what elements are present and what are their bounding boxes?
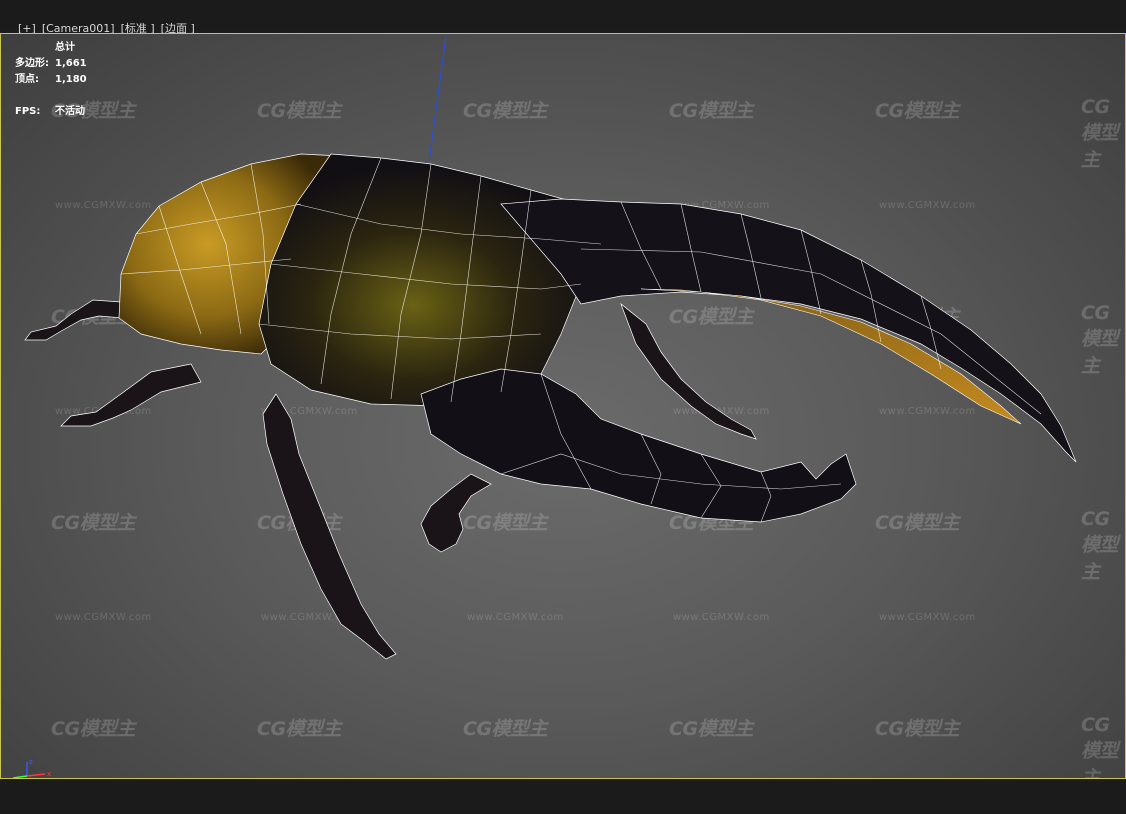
polygons-value: 1,661 xyxy=(55,58,87,69)
vertices-label: 顶点: xyxy=(15,74,39,85)
fps-label: FPS: xyxy=(15,106,41,117)
stats-polygons-row: 多边形: 1,661 xyxy=(15,56,87,72)
vertices-value: 1,180 xyxy=(55,74,87,85)
beetle-model[interactable] xyxy=(1,34,1125,778)
stats-fps-row: FPS: 不活动 xyxy=(15,104,87,120)
axis-x-label: x xyxy=(47,770,51,778)
axis-tripod-icon: z x xyxy=(12,758,51,778)
stats-vertices-row: 顶点: 1,180 xyxy=(15,72,87,88)
beetle-thorax xyxy=(258,153,602,407)
camera-viewport[interactable]: CG模型主 CG模型主 CG模型主 CG模型主 CG模型主 CG模型主 www.… xyxy=(0,33,1126,779)
viewport-footer xyxy=(0,779,1126,814)
viewport-statistics: 总计 多边形: 1,661 顶点: 1,180 FPS: 不活动 xyxy=(15,40,87,120)
axis-z-label: z xyxy=(29,758,33,766)
pivot-axis-line xyxy=(428,35,447,163)
polygons-label: 多边形: xyxy=(15,58,49,69)
fps-value: 不活动 xyxy=(55,106,85,117)
stats-header: 总计 xyxy=(55,42,75,53)
beetle-head-horn xyxy=(420,368,857,523)
viewport-header: [+] [Camera001] [标准 ] [边面 ] xyxy=(0,0,1126,35)
